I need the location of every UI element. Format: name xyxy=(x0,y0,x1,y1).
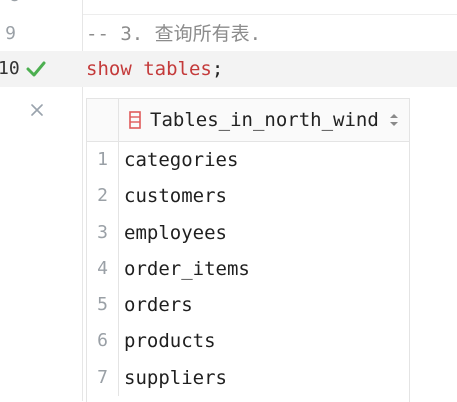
row-index: 6 xyxy=(87,323,119,360)
cell-value[interactable]: products xyxy=(124,323,216,359)
cell-value[interactable]: suppliers xyxy=(124,360,227,396)
sql-comment[interactable]: -- 3. 查询所有表. xyxy=(86,16,261,52)
divider xyxy=(83,14,457,15)
line-number: 9 xyxy=(5,23,16,44)
table-row[interactable]: 7 suppliers xyxy=(87,359,409,397)
result-rows: 1 categories 2 customers 3 employees 4 o… xyxy=(87,142,409,397)
table-icon xyxy=(129,111,141,129)
sort-icon[interactable] xyxy=(389,113,399,127)
code-line-10[interactable]: 10 show tables; xyxy=(0,51,457,87)
line-number: 8 xyxy=(4,0,20,14)
row-index: 3 xyxy=(87,214,119,251)
keyword-show: show xyxy=(86,58,132,80)
cell-value[interactable]: orders xyxy=(124,287,193,323)
table-row[interactable]: 1 categories xyxy=(87,142,409,179)
code-line-8: 8 xyxy=(0,0,457,14)
row-index: 1 xyxy=(87,142,119,179)
check-icon xyxy=(26,61,46,77)
close-icon[interactable] xyxy=(31,104,43,116)
semicolon: ; xyxy=(211,58,224,80)
keyword-tables: tables xyxy=(143,58,212,80)
row-number-header xyxy=(87,99,119,141)
table-row[interactable]: 3 employees xyxy=(87,214,409,251)
cell-value[interactable]: customers xyxy=(124,178,227,214)
cell-value[interactable]: employees xyxy=(124,215,227,251)
sql-statement[interactable]: show tables; xyxy=(86,51,223,87)
row-index: 5 xyxy=(87,287,119,324)
row-index: 7 xyxy=(87,359,119,397)
result-header: Tables_in_north_wind xyxy=(87,99,409,142)
cell-value[interactable]: order_items xyxy=(124,251,250,287)
table-row[interactable]: 6 products xyxy=(87,323,409,360)
table-row[interactable]: 4 order_items xyxy=(87,250,409,288)
result-table: Tables_in_north_wind 1 categories 2 cust… xyxy=(86,98,410,402)
row-index: 4 xyxy=(87,250,119,288)
row-index: 2 xyxy=(87,178,119,215)
code-line-9[interactable]: 9 -- 3. 查询所有表. xyxy=(0,16,457,52)
cell-value[interactable]: categories xyxy=(124,142,238,178)
line-number: 10 xyxy=(0,58,20,79)
table-row[interactable]: 5 orders xyxy=(87,287,409,324)
column-header[interactable]: Tables_in_north_wind xyxy=(150,99,379,141)
table-row[interactable]: 2 customers xyxy=(87,178,409,215)
